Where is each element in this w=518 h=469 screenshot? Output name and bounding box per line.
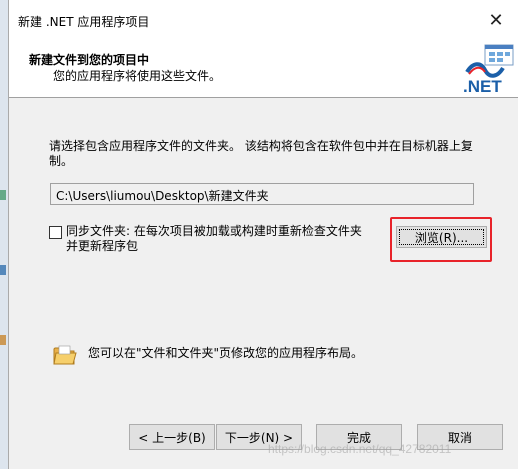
dotnet-logo-text: .NET (463, 77, 502, 96)
wizard-footer: < 上一步(B) 下一步(N) > 完成 取消 (9, 399, 518, 469)
sync-folder-label[interactable]: 同步文件夹: 在每次项目被加载或构建时重新检查文件夹并更新程序包 (66, 224, 366, 254)
window-title: 新建 .NET 应用程序项目 (18, 15, 150, 29)
browse-button-label: 浏览(R)... (414, 230, 469, 245)
background-window-strip (0, 0, 8, 469)
instruction-text: 请选择包含应用程序文件的文件夹。 该结构将包含在软件包中并在目标机器上复制。 (49, 139, 473, 168)
wizard-dialog: 新建 .NET 应用程序项目 ✕ 新建文件到您的项目中 您的应用程序将使用这些文… (8, 0, 518, 469)
folder-icon (53, 345, 77, 365)
tip-text: 您可以在"文件和文件夹"页修改您的应用程序布局。 (88, 346, 364, 360)
background-icon (0, 335, 6, 345)
header-title: 新建文件到您的项目中 (29, 53, 150, 67)
header-subtitle: 您的应用程序将使用这些文件。 (53, 69, 222, 83)
wizard-content: 请选择包含应用程序文件的文件夹。 该结构将包含在软件包中并在目标机器上复制。 C… (9, 99, 518, 399)
sync-folder-checkbox[interactable] (49, 226, 62, 239)
dotnet-logo-icon: .NET (463, 44, 514, 96)
background-icon (0, 265, 6, 275)
wizard-header: 新建文件到您的项目中 您的应用程序将使用这些文件。 .NET (9, 40, 518, 98)
close-button[interactable]: ✕ (474, 0, 518, 40)
folder-path-field: C:\Users\liumou\Desktop\新建文件夹 (50, 183, 474, 205)
title-bar[interactable]: 新建 .NET 应用程序项目 ✕ (9, 0, 518, 40)
close-icon: ✕ (488, 9, 504, 31)
watermark-text: https://blog.csdn.net/qq_42782011 (268, 442, 452, 456)
background-icon (0, 190, 6, 200)
previous-button[interactable]: < 上一步(B) (129, 424, 215, 450)
browse-button[interactable]: 浏览(R)... (396, 226, 487, 248)
